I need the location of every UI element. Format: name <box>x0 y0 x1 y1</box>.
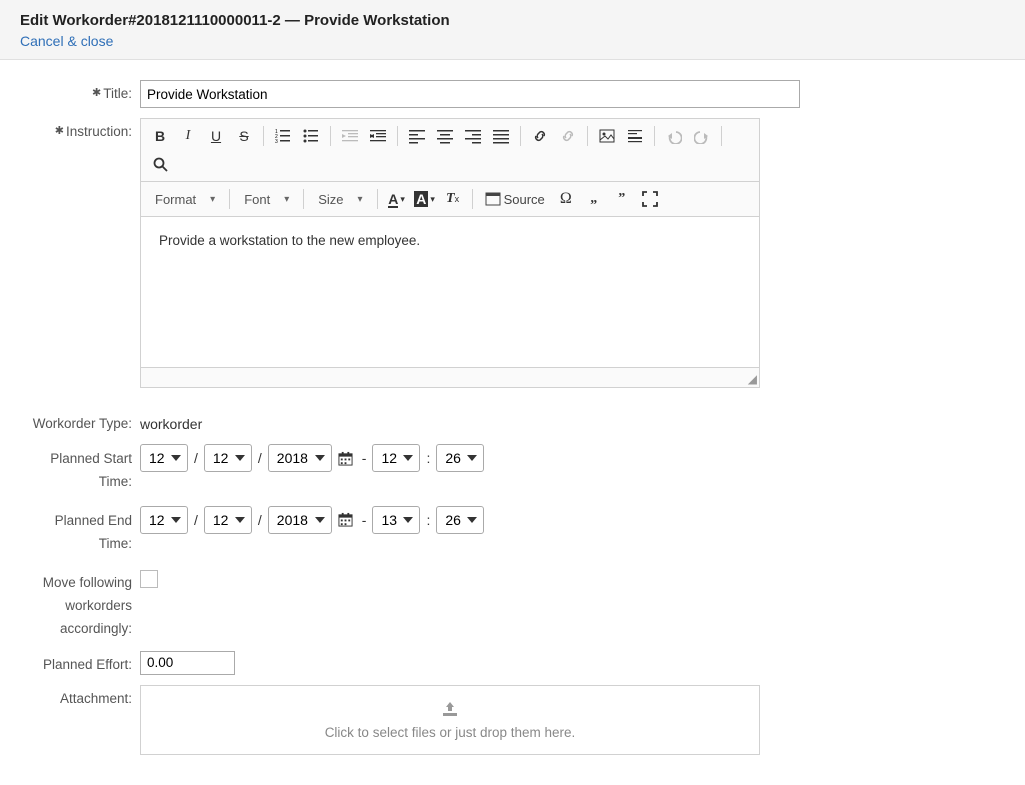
title-label: ✱Title: <box>20 80 140 101</box>
svg-text:3: 3 <box>275 139 278 144</box>
end-minute-select[interactable]: 26 <box>436 506 484 534</box>
date-time-separator: - <box>362 450 367 466</box>
unlink-icon <box>555 123 581 149</box>
undo-icon <box>661 123 687 149</box>
calendar-icon[interactable] <box>336 512 356 527</box>
title-input[interactable] <box>140 80 800 108</box>
outdent-icon <box>337 123 363 149</box>
planned-end-controls: 12 / 12 / 2018 - 13 : 26 <box>140 504 484 534</box>
end-month-select[interactable]: 12 <box>140 506 188 534</box>
separator <box>330 126 331 146</box>
separator <box>721 126 722 146</box>
separator <box>397 126 398 146</box>
date-separator: / <box>258 450 262 466</box>
start-month-select[interactable]: 12 <box>140 444 188 472</box>
move-following-label: Move following workorders accordingly: <box>20 566 140 641</box>
end-year-select[interactable]: 2018 <box>268 506 332 534</box>
start-day-select[interactable]: 12 <box>204 444 252 472</box>
source-button[interactable]: Source <box>479 186 551 212</box>
text-color-icon[interactable]: A▾ <box>384 186 410 212</box>
editor-toolbar-2: Format▾ Font▾ Size▾ A▾ A▾ Tx Source Ω „ <box>141 182 759 217</box>
editor-statusbar: ◢ <box>141 367 759 387</box>
upload-icon <box>151 700 749 721</box>
planned-end-label: Planned End Time: <box>20 504 140 556</box>
date-separator: / <box>194 450 198 466</box>
move-following-checkbox[interactable] <box>140 570 158 588</box>
horizontal-rule-icon[interactable] <box>622 123 648 149</box>
date-separator: / <box>194 512 198 528</box>
format-dropdown[interactable]: Format▾ <box>147 186 223 212</box>
indent-icon[interactable] <box>365 123 391 149</box>
planned-effort-input[interactable] <box>140 651 235 675</box>
background-color-icon[interactable]: A▾ <box>412 186 438 212</box>
separator <box>520 126 521 146</box>
maximize-icon[interactable] <box>637 186 663 212</box>
strikethrough-icon[interactable]: S <box>231 123 257 149</box>
align-center-icon[interactable] <box>432 123 458 149</box>
remove-format-icon[interactable]: Tx <box>440 186 466 212</box>
separator <box>303 189 304 209</box>
editor-content[interactable]: Provide a workstation to the new employe… <box>141 217 759 367</box>
bold-icon[interactable]: B <box>147 123 173 149</box>
form: ✱Title: ✱Instruction: B I U S 123 <box>0 60 1025 785</box>
split-quote-icon[interactable]: „ <box>581 186 607 212</box>
attachment-dropzone[interactable]: Click to select files or just drop them … <box>140 685 760 755</box>
underline-icon[interactable]: U <box>203 123 229 149</box>
attachment-label: Attachment: <box>20 685 140 706</box>
redo-icon <box>689 123 715 149</box>
align-right-icon[interactable] <box>460 123 486 149</box>
time-separator: : <box>426 450 430 466</box>
date-time-separator: - <box>362 512 367 528</box>
instruction-label: ✱Instruction: <box>20 118 140 139</box>
link-icon[interactable] <box>527 123 553 149</box>
align-justify-icon[interactable] <box>488 123 514 149</box>
page-title: Edit Workorder#2018121110000011-2 — Prov… <box>20 12 1005 29</box>
start-year-select[interactable]: 2018 <box>268 444 332 472</box>
planned-start-controls: 12 / 12 / 2018 - 12 : 26 <box>140 442 484 472</box>
separator <box>472 189 473 209</box>
separator <box>377 189 378 209</box>
rich-text-editor: B I U S 123 <box>140 118 760 388</box>
remove-quote-icon[interactable]: ” <box>609 186 635 212</box>
workorder-type-value: workorder <box>140 410 202 432</box>
size-dropdown[interactable]: Size▾ <box>310 186 370 212</box>
planned-start-label: Planned Start Time: <box>20 442 140 494</box>
dropzone-text: Click to select files or just drop them … <box>151 725 749 740</box>
date-separator: / <box>258 512 262 528</box>
time-separator: : <box>426 512 430 528</box>
separator <box>587 126 588 146</box>
separator <box>263 126 264 146</box>
font-dropdown[interactable]: Font▾ <box>236 186 297 212</box>
end-day-select[interactable]: 12 <box>204 506 252 534</box>
calendar-icon[interactable] <box>336 451 356 466</box>
required-icon: ✱ <box>55 125 64 137</box>
planned-effort-label: Planned Effort: <box>20 651 140 672</box>
editor-toolbar-1: B I U S 123 <box>141 119 759 182</box>
ordered-list-icon[interactable]: 123 <box>270 123 296 149</box>
start-minute-select[interactable]: 26 <box>436 444 484 472</box>
page-header: Edit Workorder#2018121110000011-2 — Prov… <box>0 0 1025 60</box>
cancel-close-link[interactable]: Cancel & close <box>20 33 113 49</box>
image-icon[interactable] <box>594 123 620 149</box>
separator <box>229 189 230 209</box>
end-hour-select[interactable]: 13 <box>372 506 420 534</box>
italic-icon[interactable]: I <box>175 123 201 149</box>
start-hour-select[interactable]: 12 <box>372 444 420 472</box>
align-left-icon[interactable] <box>404 123 430 149</box>
resize-grip-icon[interactable]: ◢ <box>748 372 757 386</box>
separator <box>654 126 655 146</box>
unordered-list-icon[interactable] <box>298 123 324 149</box>
required-icon: ✱ <box>92 87 101 99</box>
special-char-icon[interactable]: Ω <box>553 186 579 212</box>
workorder-type-label: Workorder Type: <box>20 410 140 431</box>
find-icon[interactable] <box>147 151 173 177</box>
